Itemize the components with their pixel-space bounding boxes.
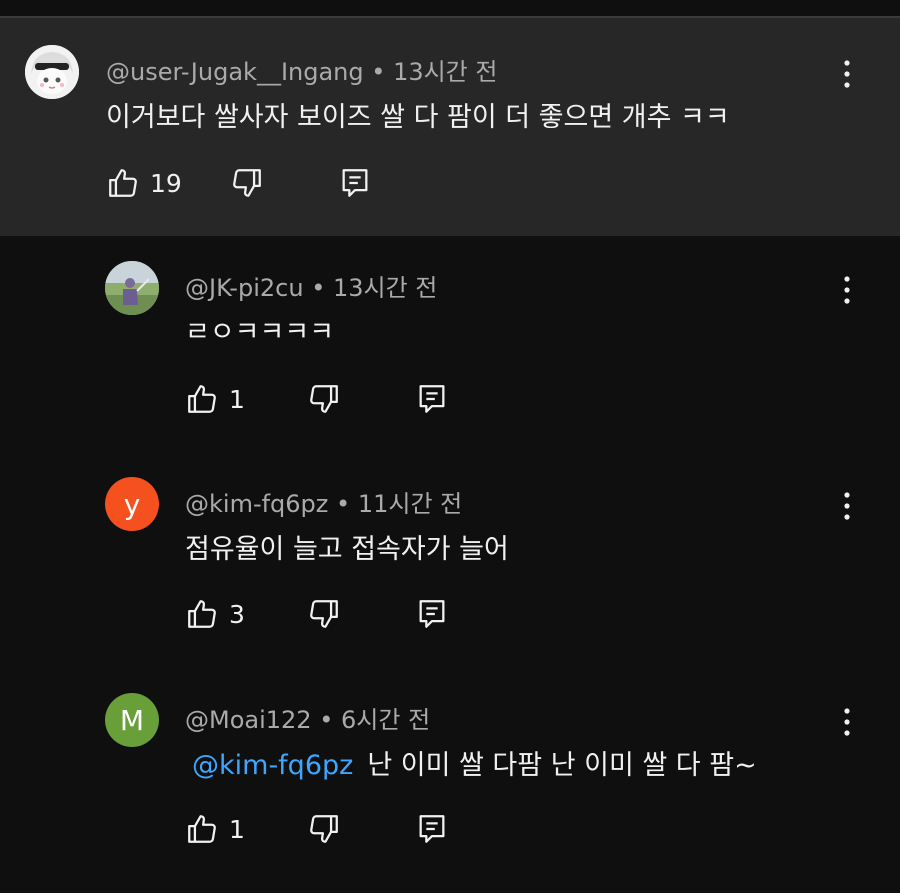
- dislike-button[interactable]: [307, 597, 341, 631]
- thumb-down-icon: [310, 815, 338, 843]
- more-options-button[interactable]: [832, 270, 862, 310]
- separator-dot: •: [319, 706, 334, 734]
- thumb-up-icon: [188, 385, 216, 413]
- reply-icon: [419, 385, 445, 413]
- avatar[interactable]: [105, 261, 159, 315]
- avatar[interactable]: [25, 45, 79, 99]
- comment-meta: @kim-fq6pz • 11시간 전: [185, 484, 462, 519]
- avatar[interactable]: M: [105, 693, 159, 747]
- reply-button[interactable]: [415, 812, 449, 846]
- author-name[interactable]: @user-Jugak__Ingang: [106, 58, 364, 86]
- more-options-button[interactable]: [832, 486, 862, 526]
- comment-text: 점유율이 늘고 접속자가 늘어: [185, 534, 509, 565]
- kebab-menu-icon: [844, 60, 850, 88]
- more-options-button[interactable]: [832, 54, 862, 94]
- comment-text: ㄹㅇㅋㅋㅋㅋ: [185, 317, 335, 348]
- thumb-up-icon: [188, 600, 216, 628]
- thumb-up-icon: [188, 815, 216, 843]
- comment-text: 이거보다 쌀사자 보이즈 쌀 다 팜이 더 좋으면 개추 ㅋㅋ: [106, 102, 730, 133]
- author-name[interactable]: @kim-fq6pz: [185, 490, 328, 518]
- like-button[interactable]: 19: [106, 166, 182, 200]
- author-name[interactable]: @Moai122: [185, 706, 312, 734]
- anime-avatar-icon: [25, 45, 79, 99]
- thumb-up-icon: [109, 169, 137, 197]
- dislike-button[interactable]: [307, 382, 341, 416]
- thumb-down-icon: [310, 600, 338, 628]
- comment-actions: 1: [185, 812, 485, 852]
- separator-dot: •: [311, 274, 326, 302]
- comment-text: @kim-fq6pz 난 이미 쌀 다팜 난 이미 쌀 다 팜~: [192, 743, 757, 782]
- avatar[interactable]: y: [105, 477, 159, 531]
- comment-meta: @user-Jugak__Ingang • 13시간 전: [106, 52, 497, 87]
- reply-icon: [419, 815, 445, 843]
- comment-actions: 1: [185, 382, 485, 422]
- dislike-button[interactable]: [307, 812, 341, 846]
- like-button[interactable]: 1: [185, 812, 245, 846]
- reply-button[interactable]: [415, 382, 449, 416]
- thumb-down-icon: [310, 385, 338, 413]
- mention-link[interactable]: @kim-fq6pz: [192, 750, 353, 781]
- reply-button[interactable]: [338, 166, 372, 200]
- reply-button[interactable]: [415, 597, 449, 631]
- avatar-letter: M: [119, 703, 145, 737]
- top-divider: [0, 0, 900, 18]
- author-name[interactable]: @JK-pi2cu: [185, 274, 304, 302]
- photo-avatar-icon: [105, 261, 159, 315]
- kebab-menu-icon: [844, 276, 850, 304]
- like-button[interactable]: 1: [185, 382, 245, 416]
- comment-meta: @Moai122 • 6시간 전: [185, 700, 430, 735]
- comment-meta: @JK-pi2cu • 13시간 전: [185, 268, 437, 303]
- comment-actions: 19: [106, 166, 406, 206]
- timestamp[interactable]: 13시간 전: [393, 58, 497, 86]
- like-count: 3: [229, 599, 245, 629]
- avatar-letter: y: [123, 487, 141, 521]
- timestamp[interactable]: 6시간 전: [341, 706, 430, 734]
- comment-body: 난 이미 쌀 다팜 난 이미 쌀 다 팜~: [367, 750, 757, 781]
- dislike-button[interactable]: [230, 166, 264, 200]
- separator-dot: •: [371, 58, 386, 86]
- like-count: 1: [229, 814, 245, 844]
- thumb-down-icon: [233, 169, 261, 197]
- kebab-menu-icon: [844, 492, 850, 520]
- like-button[interactable]: 3: [185, 597, 245, 631]
- like-count: 19: [150, 168, 182, 198]
- timestamp[interactable]: 11시간 전: [358, 490, 462, 518]
- comment-actions: 3: [185, 597, 485, 637]
- more-options-button[interactable]: [832, 702, 862, 742]
- separator-dot: •: [336, 490, 351, 518]
- timestamp[interactable]: 13시간 전: [333, 274, 437, 302]
- reply-icon: [419, 600, 445, 628]
- like-count: 1: [229, 384, 245, 414]
- kebab-menu-icon: [844, 708, 850, 736]
- reply-icon: [342, 169, 368, 197]
